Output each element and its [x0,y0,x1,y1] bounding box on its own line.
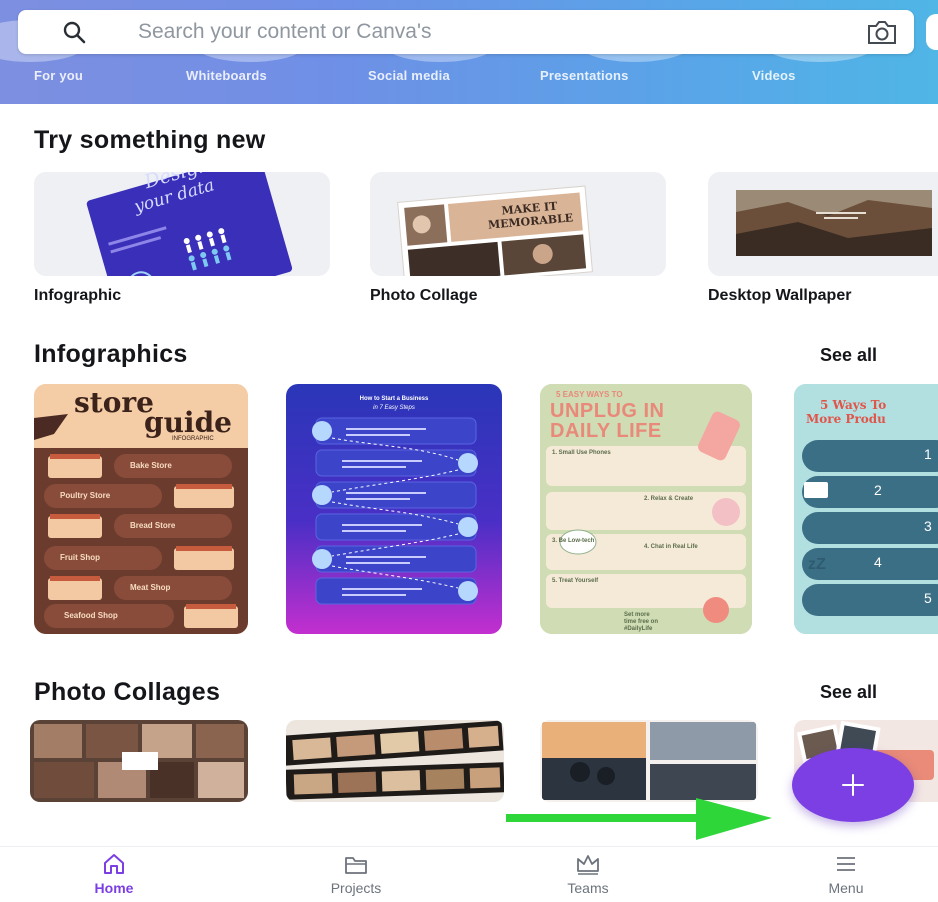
try-card-label: Photo Collage [370,287,478,304]
store-guide-row: Bread Store [130,521,176,530]
ways-number: 5 [924,590,932,606]
nav-label: Teams [567,880,609,896]
store-guide-row: Seafood Shop [64,611,118,620]
try-card-label: Infographic [34,287,122,304]
ways-number: 1 [924,446,932,462]
search-icon[interactable] [62,20,86,44]
ways-title: 5 Ways To [820,398,887,412]
try-card-desktop-wallpaper[interactable] [708,172,938,276]
nav-item-menu[interactable]: Menu [786,853,906,902]
top-header: For you Whiteboards Social media Present… [0,0,938,104]
unplug-row: 2. Relax & Create [644,496,694,502]
try-card-infographic[interactable]: Design your data [34,172,330,276]
store-guide-title: guide [144,406,232,439]
infographic-card-start-business[interactable]: How to Start a Business in 7 Easy Steps [286,384,502,634]
bottom-navigation: Home Projects Teams Menu [0,846,938,902]
store-guide-row: Fruit Shop [60,553,100,562]
ways-number: 3 [924,518,932,534]
ways-number: 2 [874,482,882,498]
scroll-edge-pill [926,14,938,50]
store-guide-row: Poultry Store [60,491,111,500]
store-guide-subtitle: INFOGRAPHIC [172,436,214,442]
try-card-photo-collage[interactable]: MAKE IT MEMORABLE [370,172,666,276]
section-title-photo-collages: Photo Collages [34,678,221,706]
unplug-row: 5. Treat Yourself [552,578,599,584]
nav-item-home[interactable]: Home [54,853,174,902]
unplug-row: 1. Small Use Phones [552,450,611,456]
start-business-title: How to Start a Business [359,396,429,402]
see-all-infographics-link[interactable]: See all [820,345,877,366]
nav-label: Home [94,880,134,896]
unplug-footer-line: #DailyLife [624,626,653,632]
folder-icon [345,857,367,874]
try-card-label: Desktop Wallpaper [708,287,852,304]
green-arrow-pointer [506,798,772,840]
tab-social-media[interactable]: Social media [368,68,450,83]
photo-collage-card[interactable] [540,720,758,802]
tab-for-you[interactable]: For you [34,68,83,83]
ways-sleep-glyph: zZ [808,556,826,573]
nav-label: Projects [330,880,382,896]
search-input[interactable] [138,18,778,46]
category-tabs: For you Whiteboards Social media Present… [0,68,938,92]
ways-title: More Produ [806,412,886,426]
unplug-row: 4. Chat in Real Life [644,544,698,550]
start-business-subtitle: in 7 Easy Steps [373,405,415,411]
section-title-try-something-new: Try something new [34,126,266,154]
section-title-infographics: Infographics [34,340,188,368]
unplug-row: 3. Be Low-tech [552,538,595,544]
see-all-photo-collages-link[interactable]: See all [820,682,877,703]
ways-number: 4 [874,554,882,570]
tab-videos[interactable]: Videos [752,68,796,83]
camera-icon[interactable] [866,18,898,46]
photo-collage-card[interactable] [30,720,248,802]
desktop-wallpaper-thumbnail [736,190,932,256]
store-guide-row: Meat Shop [130,583,171,592]
tab-presentations[interactable]: Presentations [540,68,629,83]
nav-item-teams[interactable]: Teams [528,853,648,902]
infographic-card-unplug[interactable]: 5 EASY WAYS TO UNPLUG IN DAILY LIFE 1. S… [540,384,752,634]
unplug-footer: Set more time free on #DailyLife [624,612,658,633]
filmstrip-collage-thumbnail [286,720,504,802]
tab-whiteboards[interactable]: Whiteboards [186,68,267,83]
hamburger-menu-icon [837,857,855,871]
photo-collage-card[interactable] [286,720,504,802]
store-guide-title: store [74,386,154,419]
photo-collage-thumbnail [30,720,248,802]
infographic-card-ways-productive[interactable]: 5 Ways To More Produ 1 2 3 4 5 zZ [794,384,938,634]
search-bar[interactable] [18,10,914,54]
nav-item-projects[interactable]: Projects [296,853,416,902]
store-guide-row: Bake Store [130,461,172,470]
unplug-kicker: 5 EASY WAYS TO [556,390,623,399]
nav-label: Menu [828,880,864,896]
start-business-graphic [312,417,478,605]
sunset-collage-thumbnail [540,720,758,802]
crown-icon [577,855,599,875]
infographic-card-store-guide[interactable]: store guide INFOGRAPHIC Bake Store Poult… [34,384,248,634]
unplug-footer-line: time free on [624,619,659,625]
home-icon [104,854,124,874]
plus-icon [842,774,864,796]
unplug-footer-line: Set more [624,612,650,618]
unplug-title: DAILY LIFE [550,420,662,442]
create-design-fab[interactable] [792,748,914,822]
